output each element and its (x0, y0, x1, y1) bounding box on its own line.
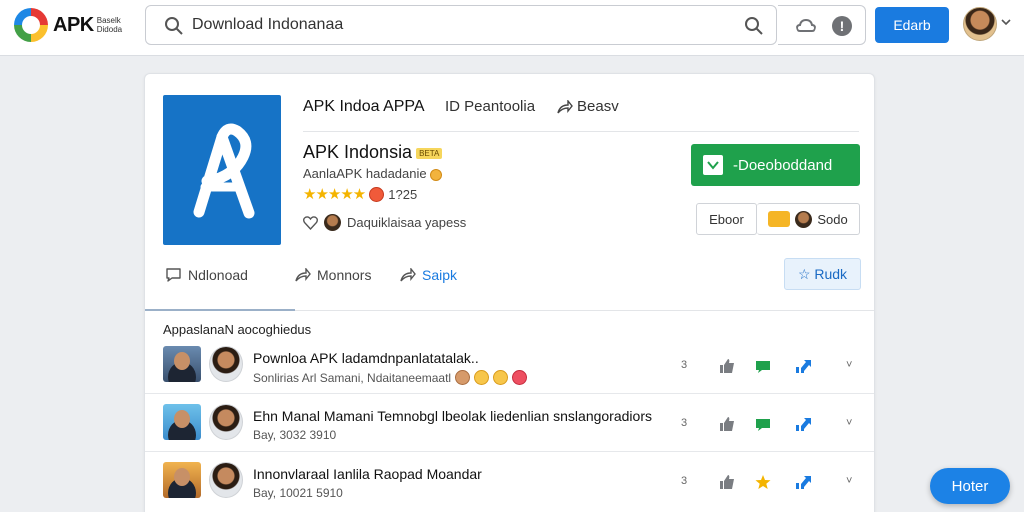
list-item[interactable]: Innonvlaraal Ianlila Raopad Moandar Bay,… (145, 452, 874, 510)
chevron-down-icon[interactable]: ˅ (846, 417, 864, 433)
item-meta-text: Sonlirias Arl Samani, Ndaitaneemaatl (253, 370, 452, 385)
chevron-down-icon[interactable]: ˅ (846, 359, 864, 375)
logo[interactable]: APK Baselk Didoda (14, 8, 137, 42)
search-bar (145, 5, 777, 45)
chart-icon[interactable] (795, 358, 813, 374)
tab-label: Beasv (577, 98, 619, 115)
emoji-icon (493, 370, 509, 385)
list-item[interactable]: Ehn Manal Mamani Temnobgl lbeolak lieden… (145, 394, 874, 452)
item-title: Innonvlaraal Ianlila Raopad Moandar (253, 466, 482, 482)
share-icon (295, 268, 311, 282)
cloud-icon[interactable] (796, 16, 816, 36)
item-avatar (209, 462, 243, 498)
secondary-button[interactable]: Eboor (696, 203, 757, 235)
tab-label: ID Peantoolia (445, 98, 536, 115)
download-icon (703, 155, 723, 175)
chart-icon[interactable] (795, 474, 813, 490)
emoji-icon (369, 186, 385, 202)
star-rating-icon: ★★★★★ (303, 186, 366, 203)
item-meta: Sonlirias Arl Samani, Ndaitaneemaatl (253, 370, 528, 385)
action-label: Ndlonoad (188, 267, 248, 283)
alert-icon[interactable]: ! (832, 16, 852, 36)
item-counter: 3 (681, 417, 688, 429)
app-developer[interactable]: Daquiklaisaa yapess (303, 214, 466, 231)
item-avatar (209, 404, 243, 440)
developer-name: Daquiklaisaa yapess (347, 215, 467, 230)
emoji-icon (455, 370, 471, 385)
share-icon (400, 268, 416, 282)
item-thumbnail (163, 404, 201, 440)
tab-details[interactable]: ID Peantoolia (445, 98, 535, 115)
app-name: APK Indonsia BETA (303, 142, 443, 163)
header-primary-button[interactable]: Edarb (875, 7, 949, 43)
download-button[interactable]: -Doeoboddand (691, 144, 860, 186)
app-name-badge: BETA (416, 147, 443, 159)
like-icon[interactable] (718, 474, 736, 490)
coins-button[interactable]: Sodo (757, 203, 860, 235)
action-share[interactable]: Saipk (400, 267, 457, 283)
comment-icon[interactable] (754, 416, 772, 432)
header-icon-group: ! (778, 5, 866, 45)
app-subtitle: AanlaAPK hadadanie (303, 166, 443, 181)
item-counter: 3 (681, 359, 688, 371)
search-submit-icon[interactable] (744, 16, 764, 36)
item-title: Ehn Manal Mamani Temnobgl lbeolak lieden… (253, 408, 652, 424)
coin-icon (768, 211, 791, 227)
app-icon (163, 95, 281, 245)
action-monitors[interactable]: Monnors (295, 267, 371, 283)
share-icon (557, 99, 573, 113)
item-avatar (209, 346, 243, 382)
coins-button-label: Sodo (817, 211, 848, 227)
heart-icon[interactable] (303, 215, 318, 230)
rating-count: 1?25 (388, 186, 418, 202)
top-bar: APK Baselk Didoda ! Edarb (0, 0, 1024, 56)
item-meta-text: Bay, 10021 5910 (253, 486, 343, 500)
tab-share[interactable]: Beasv (557, 98, 619, 115)
logo-subtext: Baselk Didoda (96, 16, 123, 34)
app-logo-icon (193, 123, 255, 219)
user-avatar[interactable] (963, 7, 997, 41)
tab-label: APK Indoa APPA (303, 98, 425, 115)
chevron-down-icon[interactable]: ˅ (846, 475, 864, 491)
emoji-icon (430, 168, 443, 181)
item-title: Pownloa APK ladamdnpanlatatalak.. (253, 350, 479, 366)
section-title: AppaslanaN aocoghiedus (163, 322, 312, 337)
rate-button[interactable]: ☆ Rudk (784, 258, 861, 290)
list-item[interactable]: Pownloa APK ladamdnpanlatatalak.. Sonlir… (145, 336, 874, 394)
action-label: Saipk (422, 267, 458, 283)
tab-overview[interactable]: APK Indoa APPA (303, 98, 425, 116)
developer-avatar (324, 214, 341, 231)
app-rating: ★★★★★ 1?25 (303, 185, 417, 203)
item-counter: 3 (681, 475, 688, 487)
download-label: -Doeoboddand (733, 156, 833, 174)
star-icon[interactable] (754, 474, 772, 490)
item-thumbnail (163, 346, 201, 382)
action-download[interactable]: Ndlonoad (165, 267, 248, 283)
floating-action-button[interactable]: Hoter (930, 468, 1010, 504)
emoji-icon (512, 370, 528, 385)
like-icon[interactable] (718, 358, 736, 374)
action-label: Monnors (317, 267, 372, 283)
app-subtitle-text: AanlaAPK hadadanie (303, 166, 427, 181)
action-bar: Ndlonoad Monnors Saipk ☆ Rudk (145, 257, 874, 311)
search-input[interactable] (192, 14, 712, 36)
like-icon[interactable] (718, 416, 736, 432)
search-icon (165, 17, 183, 35)
chat-icon (166, 268, 181, 282)
logo-text: APK (53, 13, 94, 36)
app-detail-card: APK Indoa APPA ID Peantoolia Beasv APK I… (144, 73, 875, 512)
app-name-text: APK Indonsia (303, 142, 413, 162)
logo-mark-icon (14, 8, 48, 42)
item-meta: Bay, 10021 5910 (253, 486, 343, 500)
chart-icon[interactable] (795, 416, 813, 432)
item-meta: Bay, 3032 3910 (253, 428, 336, 442)
chevron-down-icon[interactable] (1001, 17, 1011, 27)
comment-icon[interactable] (754, 358, 772, 374)
active-tab-indicator (145, 309, 295, 311)
app-tabs: APK Indoa APPA ID Peantoolia Beasv (303, 94, 859, 132)
emoji-icon (474, 370, 490, 385)
user-mini-avatar (795, 210, 813, 228)
item-meta-text: Bay, 3032 3910 (253, 428, 337, 442)
item-thumbnail (163, 462, 201, 498)
